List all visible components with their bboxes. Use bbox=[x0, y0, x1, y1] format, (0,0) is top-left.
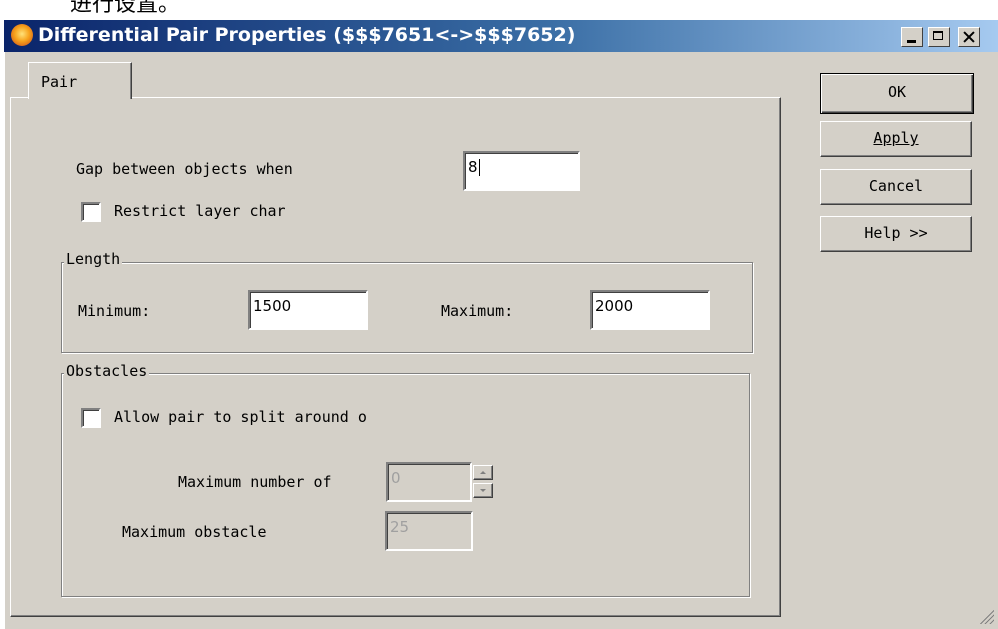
max-obstacle-input[interactable]: 25 bbox=[385, 511, 473, 551]
minimize-icon[interactable] bbox=[901, 27, 923, 47]
minimum-length-input[interactable]: 1500 bbox=[248, 290, 368, 330]
tab-pair-label: Pair bbox=[41, 73, 78, 91]
max-obstacle-label: Maximum obstacle bbox=[122, 523, 267, 541]
window-title: Differential Pair Properties ($$$7651<->… bbox=[38, 24, 576, 46]
spin-down-icon[interactable] bbox=[473, 483, 493, 498]
gap-label-clipped bbox=[90, 178, 180, 183]
maximum-length-input[interactable]: 2000 bbox=[590, 290, 710, 330]
apply-button[interactable]: Apply bbox=[820, 121, 972, 157]
minimum-label: Minimum: bbox=[78, 302, 151, 320]
app-flame-icon bbox=[11, 24, 33, 46]
length-group-title: Length bbox=[64, 250, 123, 268]
spin-up-icon[interactable] bbox=[473, 465, 493, 480]
restrict-layer-checkbox[interactable] bbox=[81, 202, 101, 222]
max-number-input[interactable]: 0 bbox=[386, 462, 472, 502]
obstacles-group-title: Obstacles bbox=[64, 362, 150, 380]
text-caret bbox=[478, 159, 480, 176]
maximize-icon[interactable] bbox=[928, 27, 950, 47]
max-number-label: Maximum number of bbox=[178, 473, 332, 491]
tab-pair[interactable]: Pair bbox=[28, 62, 132, 99]
restrict-layer-label: Restrict layer char bbox=[114, 202, 286, 220]
apply-label: Apply bbox=[873, 129, 919, 147]
resize-grip-icon[interactable] bbox=[978, 608, 994, 624]
ok-button[interactable]: OK bbox=[820, 73, 974, 114]
maximum-label: Maximum: bbox=[441, 302, 514, 320]
gap-input[interactable]: 8 bbox=[463, 151, 580, 191]
help-button[interactable]: Help >> bbox=[820, 216, 972, 252]
allow-split-checkbox[interactable] bbox=[81, 408, 101, 428]
gap-label: Gap between objects when bbox=[76, 160, 293, 178]
background-caption: 进行设置。 bbox=[70, 0, 181, 17]
close-icon[interactable] bbox=[958, 27, 980, 47]
cancel-button[interactable]: Cancel bbox=[820, 169, 972, 205]
allow-split-label: Allow pair to split around o bbox=[114, 408, 367, 426]
